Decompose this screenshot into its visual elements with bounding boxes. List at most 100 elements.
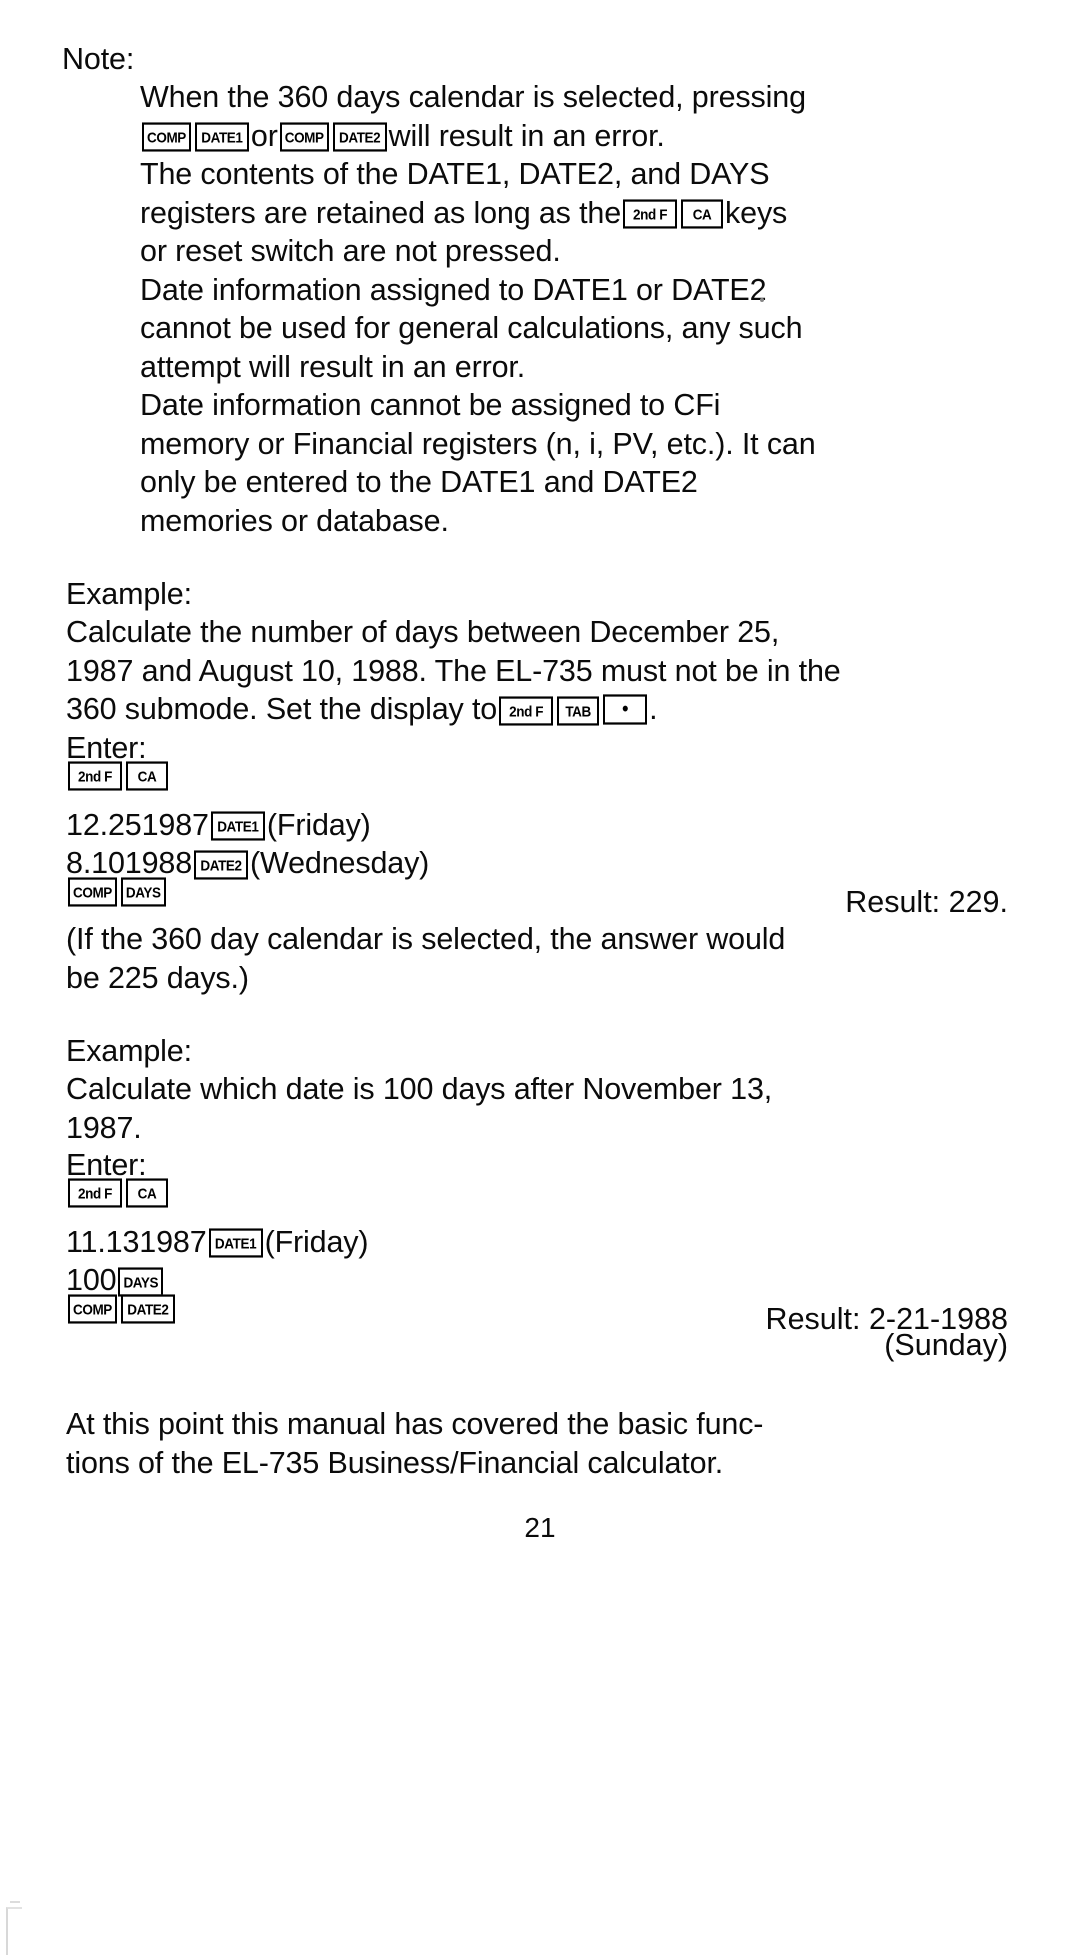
text-run: 360 submode. Set the display to — [66, 692, 498, 726]
example1-keystrokes: 2nd F CA 12.251987 DATE1 (Friday) 8.101988 … — [66, 761, 430, 922]
note-item: Date information assigned to DATE1 or DA… — [140, 271, 816, 387]
text-line: COMP DAYS — [66, 876, 429, 922]
text-run: (Friday) — [264, 1224, 369, 1259]
example2-problem: Calculate which date is 100 days after N… — [66, 1070, 772, 1147]
example1-heading: Example: — [66, 577, 192, 611]
page-number: 21 — [524, 1512, 556, 1543]
text-run: (Wednesday) — [250, 846, 430, 880]
text-run: 1987. — [66, 1110, 142, 1145]
calculator-key-date2: DATE2 — [194, 849, 249, 880]
text-line: (If the 360 day calendar is selected, th… — [66, 920, 785, 959]
text-run: be 225 days.) — [66, 960, 249, 995]
text-line: 2nd F CA — [66, 1178, 368, 1223]
text-line: When the 360 days calendar is selected, … — [140, 78, 816, 117]
example2-heading: Example: — [66, 1034, 192, 1068]
note-item: Date information cannot be assigned to C… — [140, 386, 816, 540]
text-run: cannot be used for general calculations,… — [140, 311, 803, 345]
text-line: or reset switch are not pressed. — [140, 232, 816, 271]
note-heading-block: Note: — [62, 40, 134, 79]
calculator-key-date1: DATE1 — [194, 122, 249, 152]
text-run: memory or Financial registers (n, i, PV,… — [140, 426, 816, 461]
text-line: registers are retained as long as the 2n… — [140, 194, 816, 233]
text-run: registers are retained as long as the — [140, 195, 622, 230]
calculator-key-ca: CA — [681, 199, 724, 229]
example1-footnote: (If the 360 day calendar is selected, th… — [66, 920, 785, 997]
text-line: memories or database. — [140, 502, 816, 541]
text-line: COMP DATE1 or COMP DATE2 will result in an… — [140, 117, 816, 156]
text-run: Calculate which date is 100 days after N… — [66, 1072, 773, 1106]
calculator-key-2nd-f: 2nd F — [499, 695, 554, 726]
text-line: 360 submode. Set the display to 2nd F TAB… — [66, 690, 841, 729]
text-line: Calculate the number of days between Dec… — [66, 613, 841, 652]
text-run: 12.251987 — [66, 807, 209, 842]
text-line: Calculate which date is 100 days after N… — [66, 1070, 772, 1109]
calculator-key-comp: COMP — [142, 122, 191, 152]
text-line: Date information assigned to DATE1 or DA… — [140, 271, 816, 310]
example1-problem: Calculate the number of days between Dec… — [66, 613, 841, 729]
text-line: attempt will result in an error. — [140, 348, 816, 387]
result-value: Result: 229. — [845, 884, 1008, 919]
text-run: Date information cannot be assigned to C… — [140, 388, 721, 422]
calculator-key-date1: DATE1 — [208, 1228, 263, 1258]
text-run: When the 360 days calendar is selected, … — [140, 80, 806, 114]
text-run: only be entered to the DATE1 and DATE2 — [140, 465, 698, 499]
example1-heading-block: Example: — [66, 575, 192, 614]
text-line: 1987 and August 10, 1988. The EL-735 mus… — [66, 652, 841, 691]
calculator-key-comp: COMP — [279, 122, 329, 152]
text-line: only be entered to the DATE1 and DATE2 — [140, 463, 816, 502]
text-run: . — [649, 692, 658, 726]
text-line: tions of the EL-735 Business/Financial c… — [66, 1444, 763, 1483]
text-line: 12.251987 DATE1 (Friday) — [66, 806, 429, 845]
calculator-key-days: DAYS — [118, 1266, 164, 1297]
calculator-key-2nd-f: 2nd F — [623, 199, 678, 229]
calculator-key-date2: DATE2 — [332, 122, 387, 152]
text-run: or — [250, 118, 278, 153]
text-run: keys — [725, 195, 788, 230]
calculator-key-date2: DATE2 — [120, 1293, 175, 1324]
text-run: Calculate the number of days between Dec… — [66, 615, 780, 649]
closing-paragraph: At this point this manual has covered th… — [66, 1405, 763, 1482]
text-run: 1987 and August 10, 1988. The EL-735 mus… — [66, 653, 841, 688]
scan-speck — [760, 298, 764, 302]
text-line: At this point this manual has covered th… — [66, 1405, 763, 1444]
calculator-key-days: DAYS — [120, 876, 166, 907]
note-item: The contents of the DATE1, DATE2, and DA… — [140, 155, 816, 271]
calculator-key-comp: COMP — [68, 876, 117, 907]
result-value: Result: 2-21-1988 — [765, 1301, 1008, 1336]
text-line: COMP DATE2 — [66, 1293, 368, 1339]
text-run: 11.131987 — [66, 1224, 207, 1259]
scan-tick-artifact — [10, 1901, 20, 1903]
text-line: memory or Financial registers (n, i, PV,… — [140, 425, 816, 464]
text-line: be 225 days.) — [66, 959, 785, 998]
calculator-key-comp: COMP — [68, 1293, 117, 1324]
text-line: 11.131987 DATE1 (Friday) — [66, 1223, 369, 1262]
text-run: (Friday) — [266, 807, 371, 842]
text-run: Date information assigned to DATE1 or DA… — [140, 272, 767, 307]
note-body: When the 360 days calendar is selected, … — [140, 78, 816, 540]
note-heading: Note: — [62, 42, 135, 76]
text-run: The contents of the DATE1, DATE2, and DA… — [140, 157, 770, 191]
text-line: Date information cannot be assigned to C… — [140, 386, 816, 425]
calculator-key-2nd-f: 2nd F — [68, 1178, 122, 1208]
text-line: 1987. — [66, 1109, 772, 1148]
example2-keystrokes: 2nd F CA 11.131987 DATE1 (Friday) 100 DAYS C… — [66, 1178, 369, 1339]
calculator-key-2nd-f: 2nd F — [68, 761, 122, 791]
note-item: When the 360 days calendar is selected, … — [140, 78, 816, 155]
text-run: will result in an error. — [388, 118, 665, 153]
text-run: attempt will result in an error. — [140, 349, 526, 384]
text-run: tions of the EL-735 Business/Financial c… — [66, 1445, 724, 1480]
text-line: The contents of the DATE1, DATE2, and DA… — [140, 155, 816, 194]
text-run: (If the 360 day calendar is selected, th… — [66, 922, 786, 956]
manual-page: Note: When the 360 days calendar is sele… — [0, 0, 1080, 1955]
example2-heading-block: Example: — [66, 1032, 192, 1071]
calculator-key-date1: DATE1 — [210, 811, 265, 841]
calculator-key-: • — [603, 694, 648, 725]
text-run: or reset switch are not pressed. — [140, 234, 561, 268]
text-run: At this point this manual has covered th… — [66, 1407, 764, 1441]
calculator-key-ca: CA — [126, 761, 168, 791]
calculator-key-ca: CA — [126, 1178, 168, 1208]
text-line: cannot be used for general calculations,… — [140, 309, 816, 348]
scan-edge-artifact — [6, 1907, 22, 1955]
calculator-key-tab: TAB — [557, 695, 600, 726]
text-line: 2nd F CA — [66, 761, 429, 806]
